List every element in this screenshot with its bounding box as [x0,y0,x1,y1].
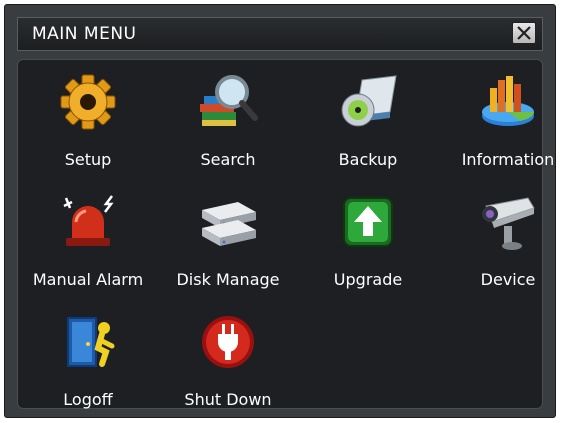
menu-item-device[interactable]: Device [438,186,561,296]
upgrade-icon [343,197,393,247]
menu-label-search: Search [200,150,256,169]
menu-item-setup[interactable]: Setup [18,66,158,176]
logoff-icon [67,317,115,367]
gear-icon [60,74,116,130]
menu-label-setup: Setup [64,150,112,169]
menu-panel: Setup Search Backup Information Manual A… [17,59,554,409]
power-icon [202,316,254,368]
alarm-icon [63,195,114,246]
close-button[interactable] [512,22,536,44]
title-bar: MAIN MENU [17,17,543,51]
menu-item-shut-down[interactable]: Shut Down [158,306,298,416]
menu-label-logoff: Logoff [63,390,113,409]
menu-item-upgrade[interactable]: Upgrade [298,186,438,296]
menu-item-manual-alarm[interactable]: Manual Alarm [18,186,158,296]
menu-label-backup: Backup [338,150,398,169]
menu-item-disk-manage[interactable]: Disk Manage [158,186,298,296]
menu-label-device: Device [480,270,536,289]
menu-label-shut-down: Shut Down [184,390,272,409]
menu-label-manual-alarm: Manual Alarm [32,270,144,289]
menu-label-upgrade: Upgrade [333,270,403,289]
disk-icon [202,202,256,246]
main-menu-window: MAIN MENU Setup Search Backup Informatio… [4,4,556,418]
menu-item-search[interactable]: Search [158,66,298,176]
camera-icon [482,197,535,250]
menu-item-logoff[interactable]: Logoff [18,306,158,416]
search-icon [200,75,258,126]
menu-item-backup[interactable]: Backup [298,66,438,176]
window-title: MAIN MENU [32,24,137,44]
close-icon [517,26,531,40]
menu-label-information: Information [461,150,555,169]
menu-label-disk-manage: Disk Manage [176,270,280,289]
menu-item-information[interactable]: Information [438,66,561,176]
information-icon [482,76,535,126]
backup-icon [341,75,397,127]
